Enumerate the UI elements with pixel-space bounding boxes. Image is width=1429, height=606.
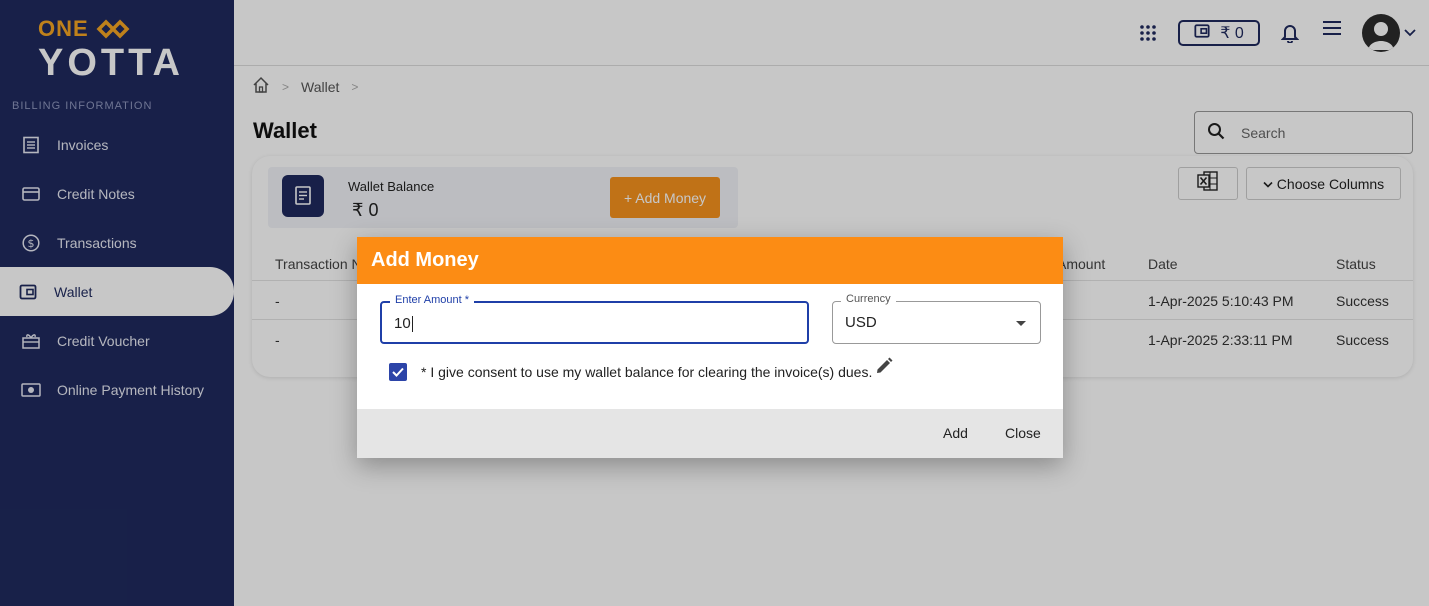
currency-select[interactable]: Currency USD	[832, 293, 1041, 344]
consent-checkbox[interactable]	[389, 363, 407, 381]
currency-value: USD	[845, 314, 877, 331]
amount-input[interactable]: Enter Amount * 10	[380, 294, 809, 344]
pencil-icon[interactable]	[874, 356, 894, 379]
dialog-title: Add Money	[357, 237, 1063, 284]
close-button[interactable]: Close	[1005, 425, 1041, 441]
currency-label: Currency	[841, 293, 896, 305]
amount-value: 10	[394, 315, 411, 332]
add-money-dialog: Add Money Enter Amount * 10 Currency USD…	[357, 237, 1063, 458]
dropdown-arrow-icon	[1016, 321, 1026, 326]
amount-label: Enter Amount *	[390, 294, 474, 306]
add-button[interactable]: Add	[943, 425, 968, 441]
consent-row: * I give consent to use my wallet balanc…	[389, 357, 894, 381]
consent-text: * I give consent to use my wallet balanc…	[421, 364, 873, 380]
dialog-footer: Add Close	[357, 409, 1063, 458]
text-caret	[411, 316, 413, 333]
